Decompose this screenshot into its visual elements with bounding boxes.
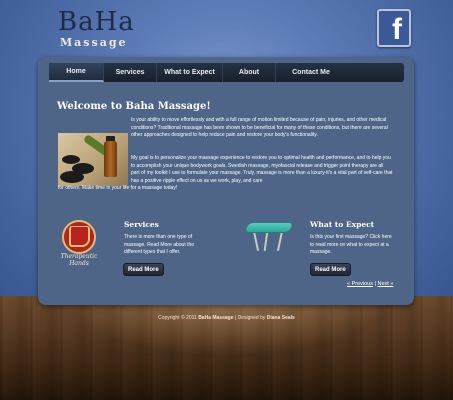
goal-paragraph: My goal is to personalize your massage e… (131, 155, 393, 184)
oil-bottle (104, 141, 117, 177)
logo-title: BaHa (58, 7, 135, 37)
services-read-more-button[interactable]: Read More (123, 263, 164, 276)
badge-text: Therapeutic Hands (58, 253, 100, 267)
services-title: Services (124, 220, 159, 229)
pager: « Previous | Next » (347, 281, 393, 287)
table-top (244, 223, 294, 232)
footer-designer[interactable]: Diana Seals (267, 315, 295, 321)
footer: Copyright © 2011 BaHa Massage | Designed… (0, 315, 453, 321)
badge-line2: Hands (69, 260, 89, 267)
stone-shape (60, 171, 84, 183)
logo-subtitle: Massage (60, 36, 128, 49)
facebook-icon[interactable]: f (377, 9, 411, 47)
facebook-glyph: f (392, 13, 402, 46)
table-leg (252, 231, 260, 251)
goal-paragraph-end: for others. Make time in your life for a… (58, 185, 178, 191)
pager-separator: | (374, 281, 376, 287)
table-leg (276, 231, 284, 251)
badge-line1: Therapeutic (60, 253, 98, 260)
footer-copyright: Copyright © 2011 (158, 315, 197, 321)
nav-what-to-expect[interactable]: What to Expect (157, 63, 223, 82)
expect-title: What to Expect (310, 220, 375, 229)
floor-glow (60, 296, 393, 356)
next-link[interactable]: Next » (378, 281, 394, 287)
expect-text: Is this your first massage? Click here t… (310, 234, 392, 255)
expect-read-more-button[interactable]: Read More (310, 263, 351, 276)
nav-home[interactable]: Home (49, 63, 104, 82)
massage-table-icon (243, 219, 295, 253)
services-text: There is more than one type of massage. … (124, 234, 195, 255)
site-logo[interactable]: BaHa Massage (58, 8, 135, 49)
nav-services[interactable]: Services (104, 63, 157, 82)
page-title: Welcome to Baha Massage! (57, 101, 211, 112)
main-nav: Home Services What to Expect About Conta… (49, 63, 404, 82)
footer-designed-by: | Designed by (234, 315, 266, 321)
nav-about[interactable]: About (223, 63, 276, 82)
hand-icon (69, 226, 90, 247)
table-leg (263, 230, 269, 252)
intro-paragraph: Is your ability to move effortlessly and… (131, 117, 388, 138)
therapeutic-hands-logo: Therapeutic Hands (58, 220, 100, 270)
footer-brand[interactable]: BaHa Massage (198, 315, 233, 321)
previous-link[interactable]: « Previous (347, 281, 373, 287)
nav-contact-me[interactable]: Contact Me (276, 63, 346, 82)
massage-stones-image (58, 133, 128, 186)
